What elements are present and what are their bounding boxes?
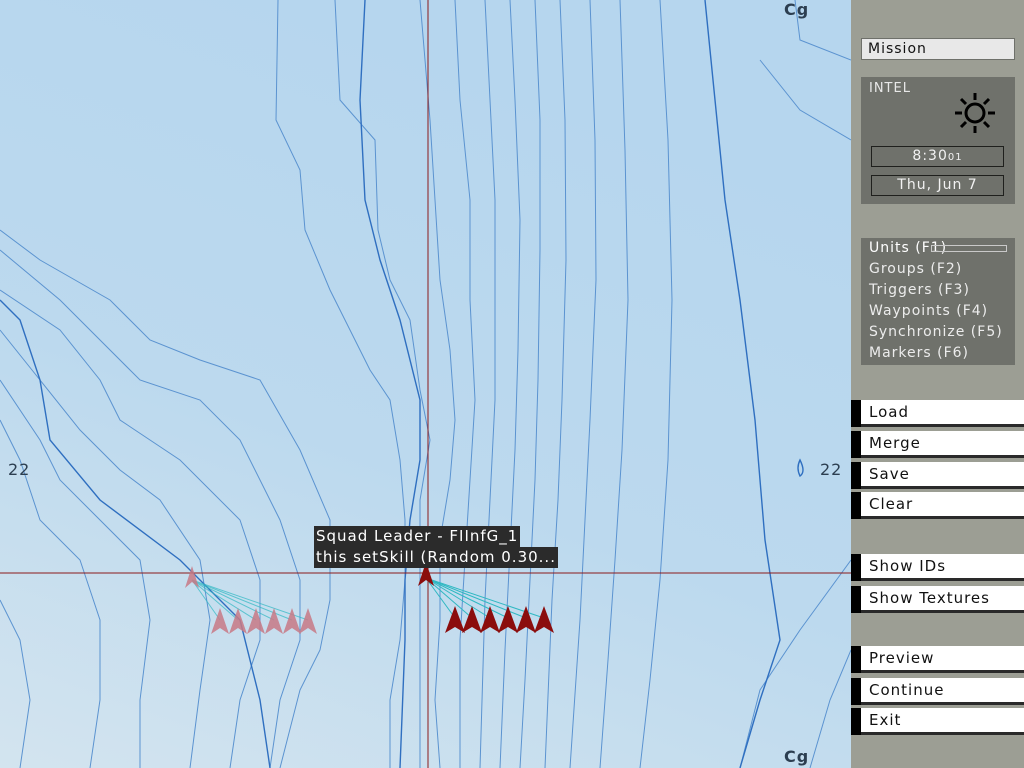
mode-groups[interactable]: Groups (F2) — [869, 261, 962, 277]
tooltip-title: Squad Leader - FIInfG_1 — [314, 526, 521, 547]
grid-label-bottom: Cg — [784, 747, 810, 766]
time-seconds: 01 — [947, 152, 963, 163]
grid-label-top: Cg — [784, 0, 810, 19]
mode-triggers[interactable]: Triggers (F3) — [869, 282, 970, 298]
time-value: 8:30 — [912, 148, 948, 164]
mode-markers[interactable]: Markers (F6) — [869, 345, 969, 361]
intel-title: INTEL — [869, 81, 911, 96]
load-label: Load — [861, 400, 1024, 427]
time-display: 8:3001 — [871, 146, 1004, 167]
button-marker — [851, 708, 861, 735]
mode-selection-bar — [931, 245, 1007, 252]
load-button[interactable]: Load — [851, 400, 1024, 427]
button-marker — [851, 462, 861, 489]
clear-button[interactable]: Clear — [851, 492, 1024, 519]
sun-icon — [955, 93, 995, 133]
show-textures-label: Show Textures — [861, 586, 1024, 613]
map-view[interactable]: 22 22 Cg Cg Squad Leader - FIInfG_1 this… — [0, 0, 851, 768]
exit-label: Exit — [861, 708, 1024, 735]
preview-label: Preview — [861, 646, 1024, 673]
date-display: Thu, Jun 7 — [871, 175, 1004, 196]
button-marker — [851, 554, 861, 581]
save-button[interactable]: Save — [851, 462, 1024, 489]
button-marker — [851, 646, 861, 673]
intel-panel[interactable]: INTEL 8:3001 Thu, Jun 7 — [861, 77, 1015, 204]
show-ids-label: Show IDs — [861, 554, 1024, 581]
show-textures-button[interactable]: Show Textures — [851, 586, 1024, 613]
unit-tooltip: Squad Leader - FIInfG_1 this setSkill (R… — [314, 526, 558, 568]
save-label: Save — [861, 462, 1024, 489]
merge-button[interactable]: Merge — [851, 431, 1024, 458]
grid-label-left: 22 — [8, 460, 31, 479]
editor-sidebar: Mission INTEL 8:3001 Thu, Jun 7 Units (F… — [851, 0, 1024, 768]
button-marker — [851, 492, 861, 519]
mode-synchronize[interactable]: Synchronize (F5) — [869, 324, 1003, 340]
continue-button[interactable]: Continue — [851, 678, 1024, 705]
preview-button[interactable]: Preview — [851, 646, 1024, 673]
tooltip-init: this setSkill (Random 0.30... — [314, 547, 558, 568]
clear-label: Clear — [861, 492, 1024, 519]
continue-label: Continue — [861, 678, 1024, 705]
button-marker — [851, 678, 861, 705]
merge-label: Merge — [861, 431, 1024, 458]
grid-label-right: 22 — [820, 460, 843, 479]
mode-waypoints[interactable]: Waypoints (F4) — [869, 303, 988, 319]
button-marker — [851, 586, 861, 613]
mode-list: Units (F1) Groups (F2) Triggers (F3) Way… — [861, 238, 1015, 365]
button-marker — [851, 431, 861, 458]
button-marker — [851, 400, 861, 427]
mission-tab[interactable]: Mission — [861, 38, 1015, 60]
terrain-contours — [0, 0, 851, 768]
show-ids-button[interactable]: Show IDs — [851, 554, 1024, 581]
exit-button[interactable]: Exit — [851, 708, 1024, 735]
